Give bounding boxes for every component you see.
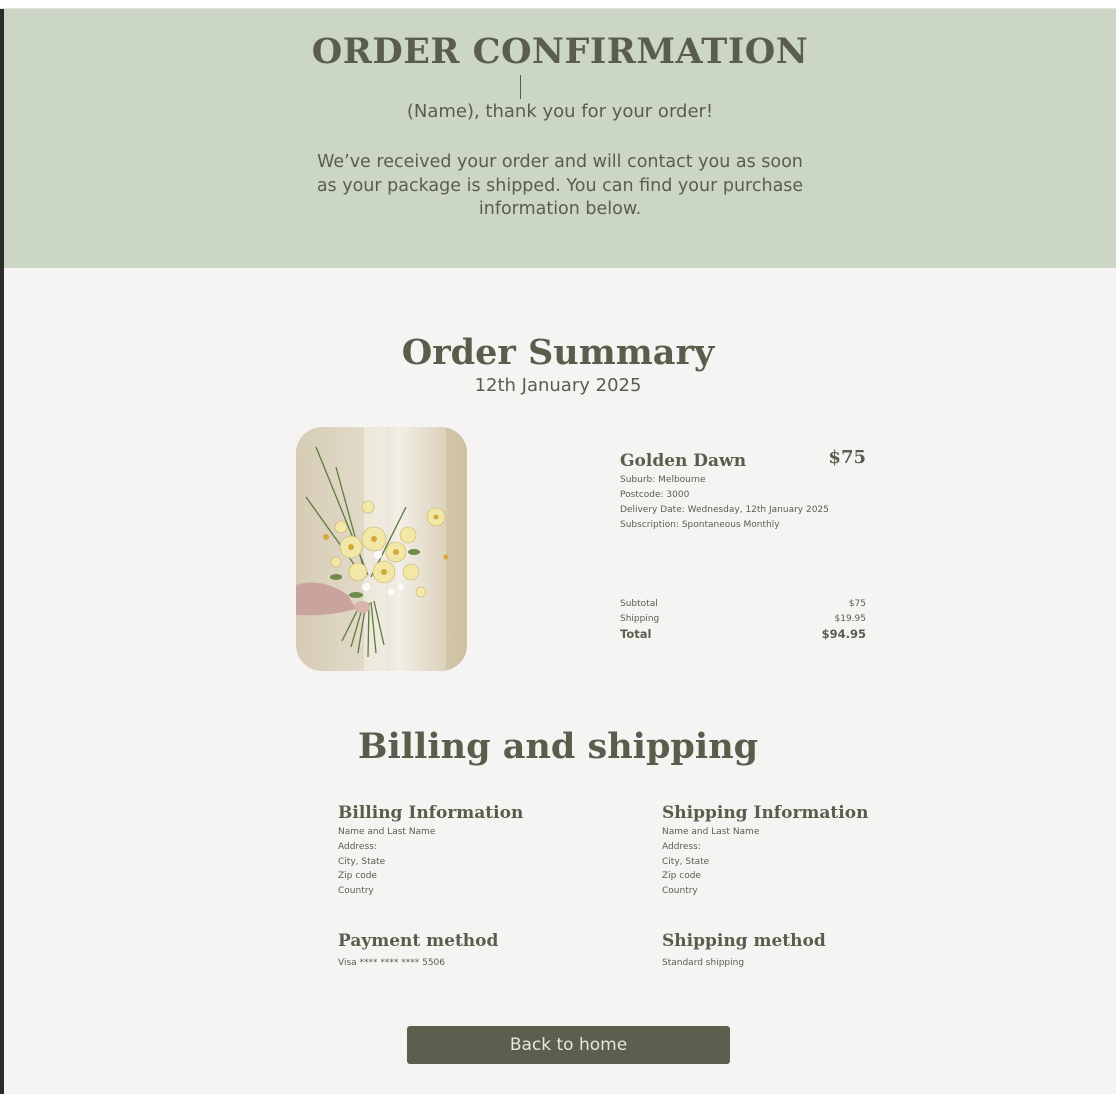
billing-zip: Zip code [338, 871, 377, 881]
subtotal-value: $75 [848, 599, 866, 609]
shipping-info-heading: Shipping Information [662, 803, 869, 823]
product-detail-delivery-date: Delivery Date: Wednesday, 12th January 2… [620, 505, 829, 515]
shipping-city-state: City, State [662, 857, 710, 867]
subtotal-row: Subtotal $75 [620, 597, 866, 612]
title-divider [520, 75, 521, 99]
shipping-country: Country [662, 886, 698, 896]
billing-country: Country [338, 886, 374, 896]
total-label: Total [620, 627, 652, 641]
order-date: 12th January 2025 [474, 375, 642, 396]
subtotal-label: Subtotal [620, 599, 658, 609]
confirmation-message: We’ve received your order and will conta… [316, 152, 804, 219]
shipping-value: $19.95 [834, 614, 867, 624]
back-to-home-button[interactable]: Back to home [407, 1026, 730, 1064]
shipping-name: Name and Last Name [662, 827, 760, 837]
shipping-method-heading: Shipping method [662, 931, 826, 951]
shipping-label: Shipping [620, 614, 660, 624]
flower-bouquet-photo-icon [296, 427, 467, 671]
page-title: ORDER CONFIRMATION [311, 31, 809, 72]
product-detail-postcode: Postcode: 3000 [620, 490, 690, 500]
confirmation-hero: ORDER CONFIRMATION (Name), thank you for… [4, 9, 1116, 268]
shipping-address: Address: [662, 842, 701, 852]
thank-you-message: (Name), thank you for your order! [406, 101, 714, 122]
billing-shipping-title: Billing and shipping [357, 726, 759, 767]
top-border [0, 0, 1116, 9]
total-value: $94.95 [821, 627, 866, 641]
product-detail-suburb: Suburb: Melbourne [620, 475, 706, 485]
payment-method-heading: Payment method [338, 931, 499, 951]
billing-name: Name and Last Name [338, 827, 436, 837]
total-row: Total $94.95 [620, 627, 866, 641]
product-image [296, 427, 467, 671]
shipping-method-value: Standard shipping [662, 958, 745, 968]
product-price: $75 [828, 447, 866, 468]
billing-address: Address: [338, 842, 377, 852]
product-detail-subscription: Subscription: Spontaneous Monthly [620, 520, 780, 530]
billing-city-state: City, State [338, 857, 386, 867]
shipping-zip: Zip code [662, 871, 701, 881]
product-name: Golden Dawn [620, 451, 747, 471]
order-summary-title: Order Summary [401, 332, 715, 373]
billing-info-heading: Billing Information [338, 803, 524, 823]
shipping-row: Shipping $19.95 [620, 612, 866, 627]
payment-method-value: Visa **** **** **** 5506 [338, 958, 446, 968]
